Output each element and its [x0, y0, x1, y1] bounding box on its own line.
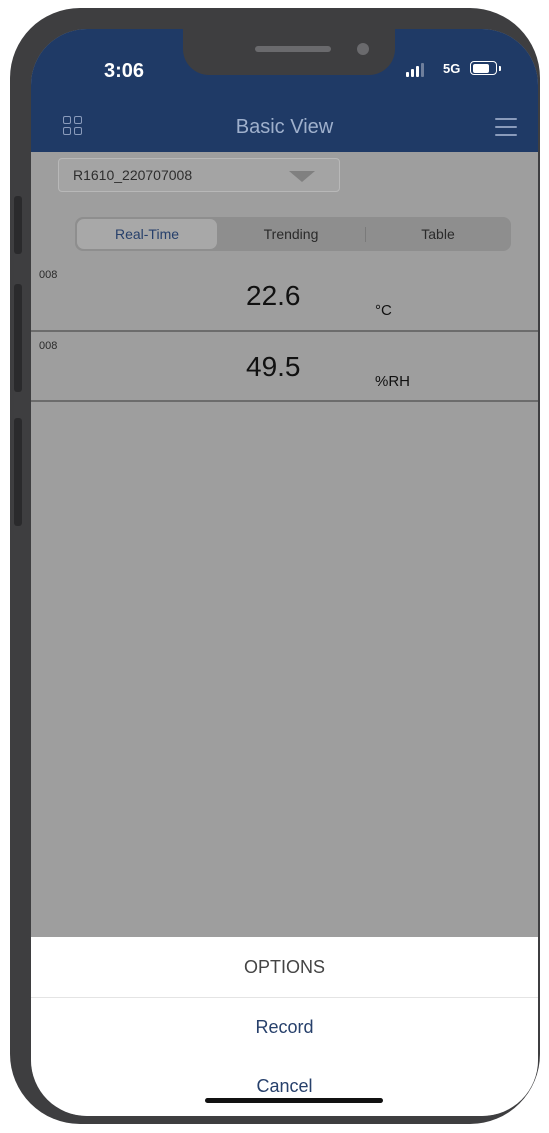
screen: 3:06 5G Basic View R1610_220707008 Real-… [31, 29, 538, 1116]
battery-icon [470, 61, 497, 75]
device-select-value: R1610_220707008 [73, 167, 193, 183]
battery-tip [499, 66, 501, 71]
battery-level [472, 63, 489, 73]
action-sheet-divider [31, 997, 538, 998]
reading-id: 008 [39, 269, 58, 281]
signal-icon [406, 63, 428, 77]
tab-trending[interactable]: Trending [221, 219, 361, 249]
device-select[interactable]: R1610_220707008 [58, 158, 340, 192]
tab-real-time[interactable]: Real-Time [77, 219, 217, 249]
reading-temperature: 008 22.6 °C [31, 257, 538, 327]
notch [183, 29, 395, 75]
phone-frame: 3:06 5G Basic View R1610_220707008 Real-… [10, 8, 540, 1124]
network-label: 5G [443, 61, 461, 76]
view-tabs: Real-Time Trending Table [75, 217, 511, 251]
home-indicator[interactable] [205, 1098, 383, 1103]
action-sheet-title: OPTIONS [243, 957, 325, 977]
reading-id: 008 [39, 340, 58, 352]
mute-switch [14, 196, 22, 254]
speaker-icon [255, 46, 331, 52]
cancel-button[interactable]: Cancel [31, 1076, 538, 1097]
status-bar: 3:06 5G [31, 29, 538, 104]
page-title: Basic View [235, 116, 334, 138]
status-time: 3:06 [104, 60, 145, 82]
tab-table[interactable]: Table [367, 219, 509, 249]
volume-up-button [14, 284, 22, 392]
chevron-down-icon [289, 171, 315, 182]
tab-divider [365, 227, 366, 242]
reading-humidity: 008 49.5 %RH [31, 328, 538, 398]
reading-unit: %RH [375, 373, 411, 390]
reading-unit: °C [375, 302, 392, 319]
reading-divider [31, 400, 538, 402]
reading-value: 49.5 [246, 351, 301, 382]
hamburger-menu-icon[interactable] [495, 118, 517, 136]
volume-down-button [14, 418, 22, 526]
options-action-sheet: OPTIONS Record Cancel [31, 937, 538, 1116]
record-button[interactable]: Record [31, 1017, 538, 1038]
reading-value: 22.6 [246, 280, 301, 311]
nav-bar: Basic View [31, 104, 538, 152]
camera-icon [357, 43, 369, 55]
